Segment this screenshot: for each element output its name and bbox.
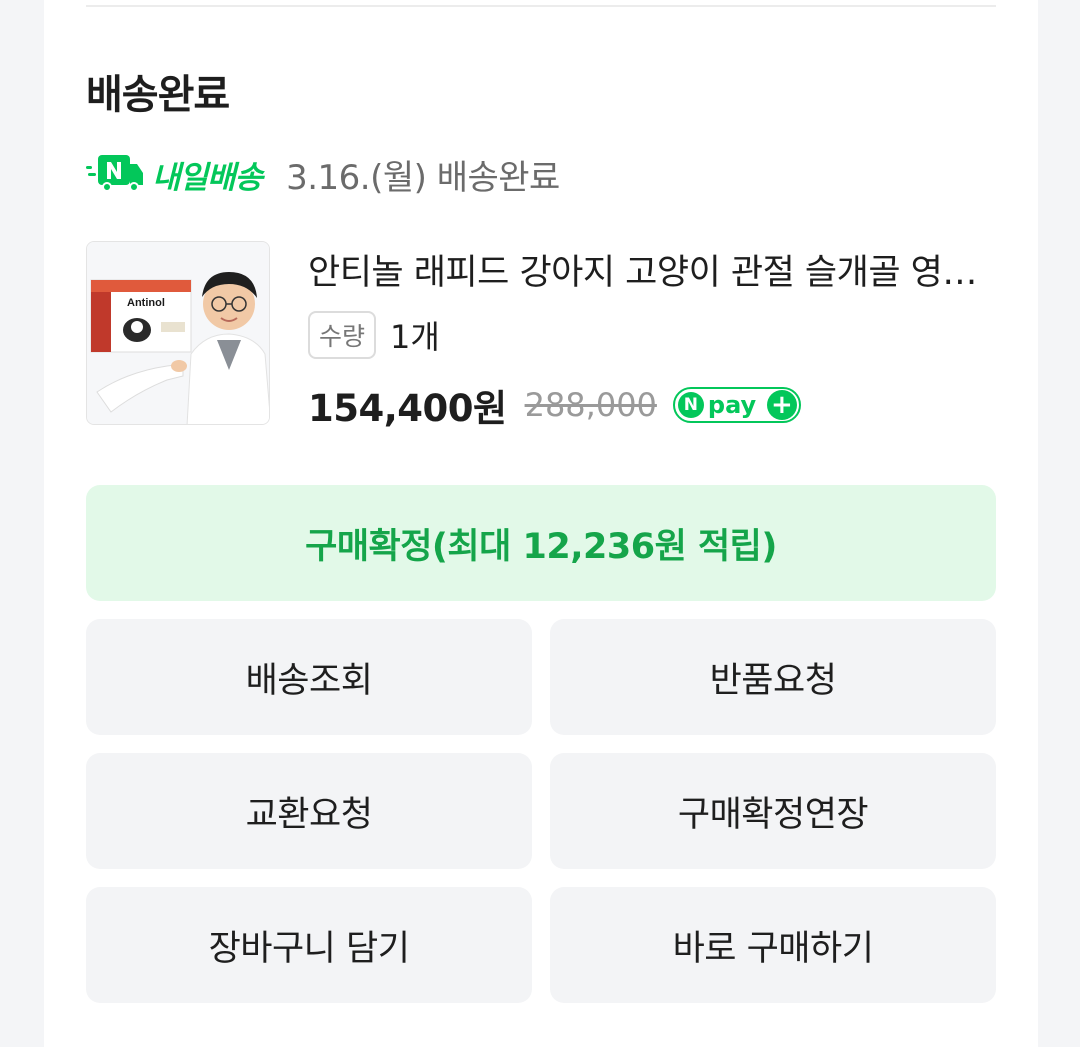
price-row: 154,400원 288,000 N pay + [308, 378, 801, 432]
order-status-title: 배송완료 [86, 72, 230, 118]
exchange-request-button[interactable]: 교환요청 [86, 753, 532, 869]
add-to-cart-button[interactable]: 장바구니 담기 [86, 887, 532, 1003]
product-name[interactable]: 안티놀 래피드 강아지 고양이 관절 슬개골 영양제 [308, 244, 998, 295]
product-image-brand: Antinol [127, 297, 165, 309]
product-thumbnail[interactable]: Antinol [86, 241, 270, 425]
quantity-row: 수량 1개 [308, 311, 440, 359]
delivery-info-row: 내일배송 3.16.(월) 배송완료 [86, 152, 560, 198]
return-request-button[interactable]: 반품요청 [550, 619, 996, 735]
top-divider [86, 5, 996, 7]
quantity-value: 1개 [390, 318, 440, 356]
quantity-label: 수량 [308, 311, 377, 359]
npay-n-icon: N [677, 392, 704, 418]
order-card: 배송완료 내일배송 3.16.(월) 배송완료 Antinol 안티놀 래피드 … [44, 0, 1038, 1047]
truck-n-icon [86, 152, 144, 196]
npay-text: pay [707, 391, 757, 419]
npay-plus-icon: + [766, 390, 797, 420]
tomorrow-delivery-logo: 내일배송 [86, 152, 263, 197]
buy-now-button[interactable]: 바로 구매하기 [550, 887, 996, 1003]
delivery-date-status: 3.16.(월) 배송완료 [286, 157, 560, 198]
sale-price: 154,400원 [308, 387, 507, 430]
purchase-confirm-button[interactable]: 구매확정(최대 12,236원 적립) [86, 485, 996, 601]
extend-confirm-button[interactable]: 구매확정연장 [550, 753, 996, 869]
track-delivery-button[interactable]: 배송조회 [86, 619, 532, 735]
original-price: 288,000 [524, 386, 657, 424]
delivery-badge-text: 내일배송 [152, 159, 263, 196]
npay-plus-badge: N pay + [672, 387, 801, 423]
